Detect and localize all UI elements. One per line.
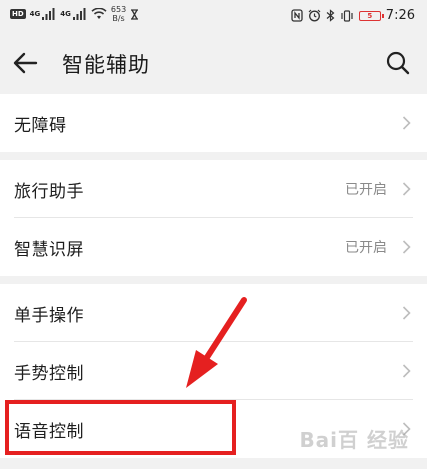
signal-icon-2 [72,8,86,20]
settings-item-label: 无障碍 [14,115,67,136]
signal-icon [42,8,55,20]
network-type-1: 4G [29,10,41,18]
hd-icon: HD [10,9,26,19]
chevron-right-icon [402,306,411,320]
search-icon [386,51,410,75]
back-button[interactable] [8,48,44,78]
settings-item-gesture-control[interactable]: 手势控制 [0,342,427,400]
clock: 7:26 [385,8,415,23]
network-speed-value: 653 [110,5,127,14]
app-header: 智能辅助 [0,34,427,92]
network-speed-unit: B/s [112,14,125,23]
settings-group-accessibility: 无障碍 [0,94,427,152]
battery-level: 5 [367,11,373,20]
settings-item-label: 智慧识屏 [14,239,84,260]
hourglass-icon [131,8,139,20]
search-button[interactable] [383,48,413,78]
settings-item-voice-control[interactable]: 语音控制 [0,400,427,458]
wifi-icon [91,8,107,19]
settings-group-smart: 旅行助手 已开启 智慧识屏 已开启 [0,160,427,276]
settings-item-accessibility[interactable]: 无障碍 [0,94,427,152]
alarm-icon [308,9,321,22]
network-type-2: 4G [60,10,71,18]
screen: HD 4G 4G 653 B/s 5 7:26 智能辅助 无障碍 旅行助手 已开… [0,0,427,469]
page-title: 智能辅助 [62,53,150,77]
chevron-right-icon [402,116,411,130]
bluetooth-icon [326,9,335,22]
network-speed: 653 B/s [111,5,126,23]
vibrate-icon [341,9,353,22]
battery-icon: 5 [358,10,384,21]
settings-item-travel-assistant[interactable]: 旅行助手 已开启 [0,160,427,218]
status-bar-right: 5 7:26 [291,8,415,23]
status-bar-left: HD 4G 4G 653 B/s [10,5,139,23]
settings-item-status: 已开启 [345,182,387,198]
settings-item-label: 单手操作 [14,305,84,326]
chevron-right-icon [402,182,411,196]
settings-item-label: 旅行助手 [14,181,84,202]
settings-item-status: 已开启 [345,240,387,256]
chevron-right-icon [402,240,411,254]
settings-item-label: 手势控制 [14,363,84,384]
arrow-left-icon [13,52,38,74]
settings-item-one-handed[interactable]: 单手操作 [0,284,427,342]
status-bar: HD 4G 4G 653 B/s 5 7:26 [0,0,427,34]
chevron-right-icon [402,364,411,378]
settings-group-control: 单手操作 手势控制 语音控制 [0,284,427,458]
settings-item-smart-screen[interactable]: 智慧识屏 已开启 [0,218,427,276]
nfc-icon [291,9,303,22]
chevron-right-icon [402,422,411,436]
settings-item-label: 语音控制 [14,421,84,442]
